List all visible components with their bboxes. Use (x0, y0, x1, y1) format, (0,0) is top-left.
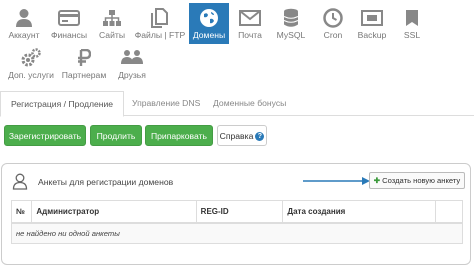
backup-icon (361, 7, 383, 29)
nav-label: Доп. услуги (8, 70, 54, 80)
nav-label: Backup (357, 30, 387, 40)
top-nav: Аккаунт Финансы Сайты Файлы | FTP Домены… (0, 0, 474, 86)
tab-registration[interactable]: Регистрация / Продление (0, 91, 125, 117)
gears-icon (20, 47, 42, 69)
nav-item-mail[interactable]: Почта (233, 3, 267, 44)
col-creation-date[interactable]: Дата создания (282, 200, 437, 224)
database-icon (283, 7, 299, 29)
nav-label: Почта (238, 30, 262, 40)
ssl-icon (404, 7, 420, 29)
col-actions (435, 200, 463, 224)
empty-message: не найдено ни одной анкеты (11, 222, 463, 244)
envelope-icon (239, 7, 261, 29)
annotation-arrow (303, 177, 370, 185)
create-form-button[interactable]: ✚ Создать новую анкету (369, 172, 465, 189)
nav-item-ssl[interactable]: SSL (396, 3, 428, 44)
table-header-row: № Администратор REG-ID Дата создания (10, 200, 463, 224)
nav-label: Домены (192, 30, 226, 40)
nav-item-account[interactable]: Аккаунт (4, 3, 44, 44)
friends-icon (120, 47, 144, 69)
help-label: Справка (219, 131, 254, 141)
forms-table: № Администратор REG-ID Дата создания не … (10, 200, 463, 244)
col-number[interactable]: № (10, 200, 33, 224)
col-administrator[interactable]: Администратор (31, 200, 197, 224)
nav-label: Cron (323, 30, 343, 40)
nav-item-cron[interactable]: Cron (316, 3, 350, 44)
nav-item-partners[interactable]: Партнерам (60, 43, 108, 84)
nav-label: Аккаунт (8, 30, 40, 40)
tab-bar: Регистрация / Продление Управление DNS Д… (0, 91, 474, 117)
ruble-icon (77, 47, 91, 69)
nav-item-backup[interactable]: Backup (352, 3, 392, 44)
tab-domain-bonuses[interactable]: Доменные бонусы (203, 91, 296, 116)
registration-forms-panel: Анкеты для регистрации доменов ✚ Создать … (1, 163, 471, 265)
nav-label: Файлы | FTP (134, 30, 186, 40)
question-icon: ? (255, 132, 265, 142)
nav-label: MySQL (276, 30, 306, 40)
nav-item-mysql[interactable]: MySQL (272, 3, 310, 44)
nav-item-extra-services[interactable]: Доп. услуги (6, 43, 56, 84)
col-reg-id[interactable]: REG-ID (195, 200, 284, 224)
nav-label: Партнерам (61, 70, 107, 80)
nav-label: SSL (403, 30, 421, 40)
sitemap-icon (102, 7, 122, 29)
renew-button[interactable]: Продлить (90, 125, 142, 146)
help-button[interactable]: Справка? (217, 125, 267, 146)
park-button[interactable]: Припарковать (145, 125, 213, 146)
files-icon (150, 7, 170, 29)
nav-label: Сайты (99, 30, 125, 40)
register-button[interactable]: Зарегистрировать (4, 125, 86, 146)
nav-label: Друзья (118, 70, 146, 80)
create-form-label: Создать новую анкету (382, 176, 461, 185)
nav-item-files[interactable]: Файлы | FTP (133, 3, 187, 44)
nav-item-finance[interactable]: Финансы (47, 3, 91, 44)
panel-title: Анкеты для регистрации доменов (38, 177, 174, 187)
globe-icon (199, 7, 219, 29)
user-outline-icon (12, 173, 28, 195)
nav-item-domains[interactable]: Домены (189, 3, 229, 44)
user-icon (15, 7, 33, 29)
credit-card-icon (58, 7, 80, 29)
tab-dns[interactable]: Управление DNS (122, 91, 210, 116)
plus-icon: ✚ (373, 176, 381, 185)
nav-label: Финансы (50, 30, 88, 40)
table-row: не найдено ни одной анкеты (11, 222, 463, 244)
clock-icon (323, 7, 343, 29)
nav-item-sites[interactable]: Сайты (94, 3, 130, 44)
nav-item-friends[interactable]: Друзья (113, 43, 151, 84)
